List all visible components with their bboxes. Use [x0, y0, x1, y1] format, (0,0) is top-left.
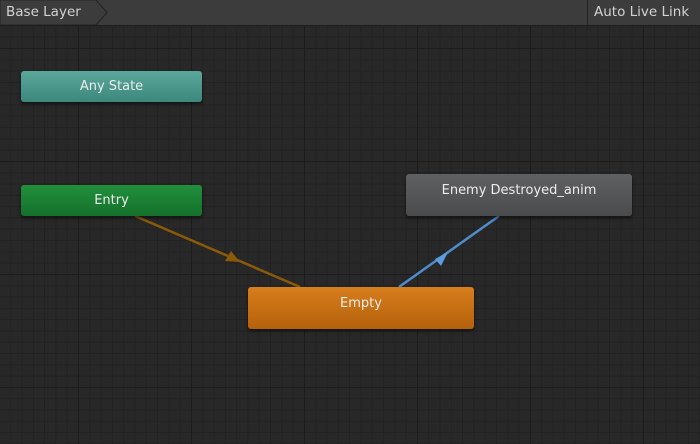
auto-live-link-label: Auto Live Link: [594, 4, 690, 20]
state-node-label: Enemy Destroyed_anim: [441, 183, 597, 198]
empty-to-enemy-destroyed-transition[interactable]: [398, 214, 500, 289]
transition-layer: [134, 214, 500, 289]
state-node-enemy-destroyed-anim[interactable]: Enemy Destroyed_anim: [406, 174, 632, 216]
toolbar: Base Layer Auto Live Link: [0, 0, 700, 26]
state-node-label: Empty: [340, 296, 382, 311]
state-node-empty[interactable]: Empty: [248, 287, 474, 329]
breadcrumb-base-layer: Base Layer: [6, 4, 81, 20]
entry-to-empty-transition[interactable]: [134, 214, 301, 289]
transition-arrow-icon: [435, 252, 448, 266]
auto-live-link-button[interactable]: Auto Live Link: [587, 0, 700, 25]
state-node-label: Entry: [94, 193, 129, 208]
state-node-label: Any State: [79, 79, 144, 94]
breadcrumb[interactable]: Base Layer: [0, 0, 108, 25]
state-node-any-state[interactable]: Any State: [21, 71, 202, 102]
state-node-entry[interactable]: Entry: [21, 185, 202, 216]
